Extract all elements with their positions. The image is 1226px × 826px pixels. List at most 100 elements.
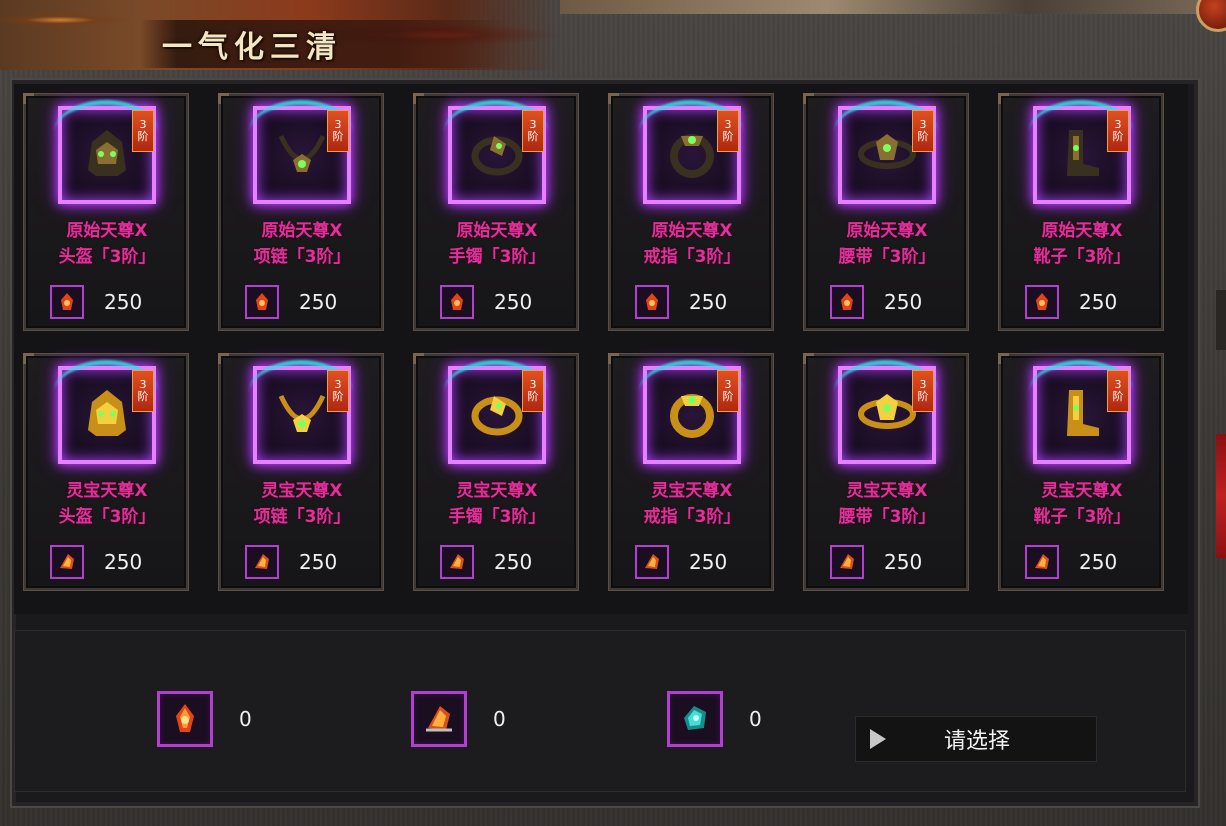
currency-icon [635,285,669,319]
orange-crystal-icon[interactable] [411,691,467,747]
cost-row: 250 [440,542,532,582]
item-slot[interactable]: 3 阶 [448,366,546,464]
side-tab-active[interactable] [1216,434,1226,558]
tier-label: 3 阶 [527,118,539,143]
item-slot[interactable]: 3 阶 [1033,106,1131,204]
cost-value: 250 [104,550,143,574]
item-name: 原始天尊X 戒指「3阶」 [643,221,741,267]
resource-count: 0 [493,707,506,731]
necklace-icon [269,120,335,190]
cost-value: 250 [689,290,728,314]
helmet-icon [74,380,140,450]
tier-label: 3 阶 [1112,118,1124,143]
tier-badge: 3 阶 [1107,370,1129,412]
item-name: 原始天尊X 手镯「3阶」 [448,221,546,267]
tier-label: 3 阶 [137,118,149,143]
cost-row: 250 [1025,542,1117,582]
item-slot[interactable]: 3 阶 [643,366,741,464]
side-tab[interactable] [1216,290,1226,350]
item-name: 原始天尊X 腰带「3阶」 [838,221,936,267]
item-card[interactable]: 3 阶原始天尊X 手镯「3阶」 250 [413,93,578,330]
item-slot[interactable]: 3 阶 [448,106,546,204]
item-slot[interactable]: 3 阶 [1033,366,1131,464]
cost-row: 250 [50,282,142,322]
cyan-crystal-icon[interactable] [667,691,723,747]
cost-value: 250 [299,290,338,314]
item-slot[interactable]: 3 阶 [253,366,351,464]
item-card[interactable]: 3 阶原始天尊X 靴子「3阶」 250 [998,93,1163,330]
cost-row: 250 [245,282,337,322]
tier-badge: 3 阶 [327,370,349,412]
resource-slot-3: 0 [667,691,762,747]
item-card[interactable]: 3 阶灵宝天尊X 项链「3阶」 250 [218,353,383,590]
item-slot[interactable]: 3 阶 [838,366,936,464]
item-card[interactable]: 3 阶原始天尊X 戒指「3阶」 250 [608,93,773,330]
cost-value: 250 [299,550,338,574]
resource-count: 0 [749,707,762,731]
tier-label: 3 阶 [722,378,734,403]
item-name: 灵宝天尊X 手镯「3阶」 [448,481,546,527]
resource-slot-1: 0 [157,691,252,747]
cost-value: 250 [104,290,143,314]
select-label: 请选择 [943,729,1010,754]
necklace-icon [269,380,335,450]
resource-slot-2: 0 [411,691,506,747]
tier-label: 3 阶 [917,118,929,143]
currency-icon [440,285,474,319]
cost-row: 250 [50,542,142,582]
item-slot[interactable]: 3 阶 [643,106,741,204]
cost-row: 250 [440,282,532,322]
item-card[interactable]: 3 阶灵宝天尊X 腰带「3阶」 250 [803,353,968,590]
bracelet-icon [464,120,530,190]
item-card[interactable]: 3 阶灵宝天尊X 头盔「3阶」 250 [23,353,188,590]
item-card[interactable]: 3 阶灵宝天尊X 靴子「3阶」 250 [998,353,1163,590]
select-dropdown[interactable]: 请选择 [855,716,1097,762]
tier-badge: 3 阶 [1107,110,1129,152]
item-card[interactable]: 3 阶原始天尊X 项链「3阶」 250 [218,93,383,330]
item-name: 灵宝天尊X 项链「3阶」 [253,481,351,527]
cost-value: 250 [494,550,533,574]
tier-badge: 3 阶 [912,370,934,412]
item-name: 原始天尊X 靴子「3阶」 [1033,221,1131,267]
item-slot[interactable]: 3 阶 [838,106,936,204]
currency-icon [245,285,279,319]
item-slot[interactable]: 3 阶 [58,106,156,204]
cost-value: 250 [1079,550,1118,574]
ring-icon [659,380,725,450]
currency-icon [50,545,84,579]
boots-icon [1049,380,1115,450]
item-name: 灵宝天尊X 戒指「3阶」 [643,481,741,527]
cost-row: 250 [635,282,727,322]
resource-bar: 0 0 0 请选择 [14,630,1186,792]
cost-value: 250 [689,550,728,574]
item-slot[interactable]: 3 阶 [58,366,156,464]
item-card[interactable]: 3 阶原始天尊X 头盔「3阶」 250 [23,93,188,330]
belt-icon [854,120,920,190]
belt-icon [854,380,920,450]
item-name: 原始天尊X 项链「3阶」 [253,221,351,267]
red-crystal-icon[interactable] [157,691,213,747]
item-name: 灵宝天尊X 头盔「3阶」 [58,481,156,527]
item-card[interactable]: 3 阶灵宝天尊X 手镯「3阶」 250 [413,353,578,590]
currency-icon [830,545,864,579]
currency-icon [440,545,474,579]
currency-icon [1025,545,1059,579]
cost-row: 250 [635,542,727,582]
item-card[interactable]: 3 阶原始天尊X 腰带「3阶」 250 [803,93,968,330]
item-card[interactable]: 3 阶灵宝天尊X 戒指「3阶」 250 [608,353,773,590]
cost-row: 250 [245,542,337,582]
tier-label: 3 阶 [332,378,344,403]
tier-badge: 3 阶 [132,110,154,152]
bracelet-icon [464,380,530,450]
resource-count: 0 [239,707,252,731]
tier-badge: 3 阶 [717,370,739,412]
item-slot[interactable]: 3 阶 [253,106,351,204]
tier-badge: 3 阶 [522,110,544,152]
cost-value: 250 [884,290,923,314]
tier-badge: 3 阶 [327,110,349,152]
tier-label: 3 阶 [722,118,734,143]
currency-icon [245,545,279,579]
currency-icon [50,285,84,319]
tier-badge: 3 阶 [912,110,934,152]
cost-value: 250 [494,290,533,314]
